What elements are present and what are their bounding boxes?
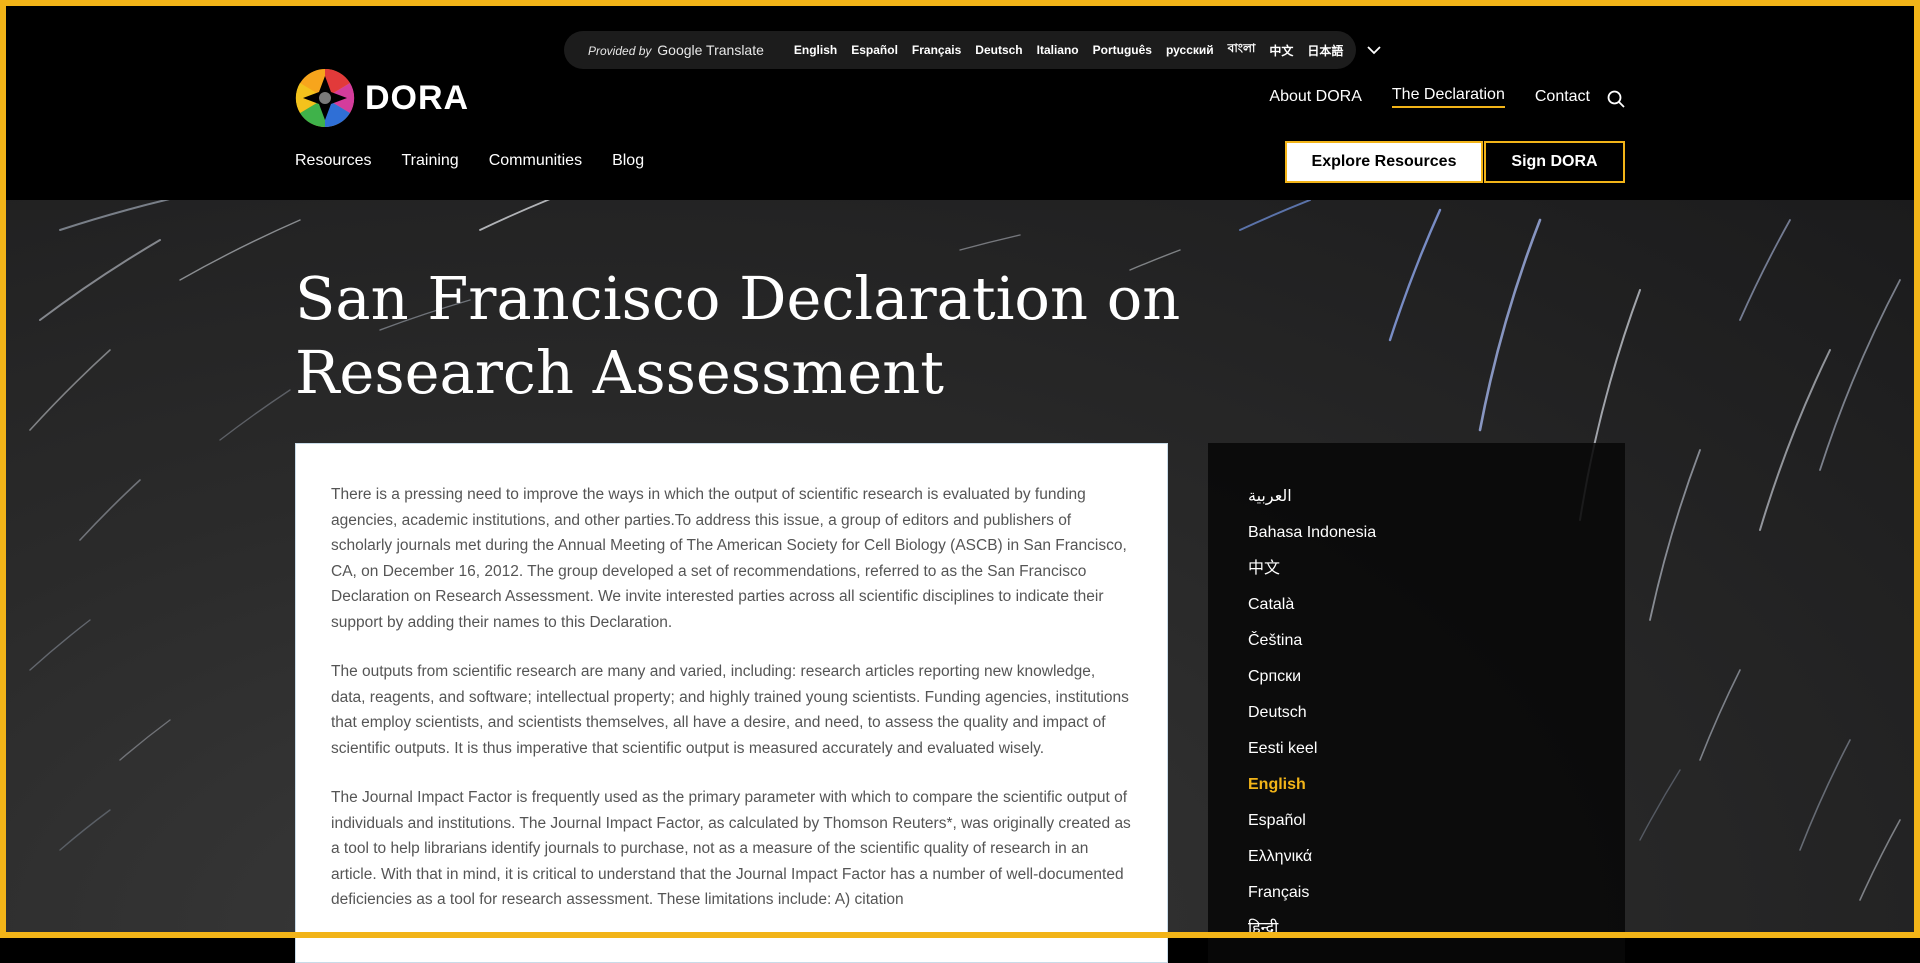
translate-lang-bengali[interactable]: বাংলা xyxy=(1228,40,1256,60)
sign-dora-button[interactable]: Sign DORA xyxy=(1484,141,1625,183)
search-icon[interactable] xyxy=(1607,90,1625,108)
page-title: San Francisco Declaration on Research As… xyxy=(295,264,1181,407)
declaration-paragraph: The Journal Impact Factor is frequently … xyxy=(331,789,1131,908)
explore-resources-button[interactable]: Explore Resources xyxy=(1285,141,1483,183)
chevron-down-icon[interactable] xyxy=(1367,42,1383,58)
dora-logo[interactable]: DORA xyxy=(295,68,469,128)
lang-greek[interactable]: Ελληνικά xyxy=(1248,839,1625,875)
lang-catalan[interactable]: Català xyxy=(1248,587,1625,623)
translate-lang-japanese[interactable]: 日本語 xyxy=(1307,42,1343,59)
nav-about-dora[interactable]: About DORA xyxy=(1269,88,1361,106)
lang-german[interactable]: Deutsch xyxy=(1248,695,1625,731)
declaration-language-list: العربية Bahasa Indonesia 中文 Català Češti… xyxy=(1248,479,1625,947)
lang-bahasa-indonesia[interactable]: Bahasa Indonesia xyxy=(1248,515,1625,551)
lang-chinese[interactable]: 中文 xyxy=(1248,551,1625,587)
declaration-paragraph: There is a pressing need to improve the … xyxy=(331,486,1127,631)
translate-lang-english[interactable]: English xyxy=(794,43,837,57)
nav-the-declaration[interactable]: The Declaration xyxy=(1391,86,1505,108)
dora-logo-icon xyxy=(295,68,355,128)
translate-language-list: English Español Français Deutsch Italian… xyxy=(794,40,1384,60)
translate-lang-francais[interactable]: Français xyxy=(912,43,961,57)
nav-resources[interactable]: Resources xyxy=(295,152,371,170)
translate-lang-portugues[interactable]: Português xyxy=(1093,43,1152,57)
lang-spanish[interactable]: Español xyxy=(1248,803,1625,839)
translate-lang-chinese[interactable]: 中文 xyxy=(1269,42,1293,59)
declaration-content: There is a pressing need to improve the … xyxy=(295,443,1168,963)
translate-lang-russian[interactable]: русский xyxy=(1166,43,1214,57)
translate-lang-deutsch[interactable]: Deutsch xyxy=(975,43,1022,57)
lang-serbian[interactable]: Српски xyxy=(1248,659,1625,695)
google-translate-bar: Provided by Google Translate English Esp… xyxy=(564,31,1382,69)
nav-communities[interactable]: Communities xyxy=(489,152,582,170)
translate-lang-italiano[interactable]: Italiano xyxy=(1037,43,1079,57)
logo-wordmark: DORA xyxy=(365,78,470,117)
main-navigation: Resources Training Communities Blog xyxy=(295,152,644,170)
lang-french[interactable]: Français xyxy=(1248,875,1625,911)
provided-by-label: Provided by Google Translate xyxy=(588,42,764,58)
top-navigation: About DORA The Declaration Contact xyxy=(1269,86,1590,108)
declaration-language-panel: العربية Bahasa Indonesia 中文 Català Češti… xyxy=(1208,443,1625,963)
nav-blog[interactable]: Blog xyxy=(612,152,644,170)
translate-lang-espanol[interactable]: Español xyxy=(851,43,898,57)
site-header: Provided by Google Translate English Esp… xyxy=(0,0,1920,200)
lang-english-current[interactable]: English xyxy=(1248,767,1625,803)
lang-hindi[interactable]: हिन्दी xyxy=(1248,911,1625,947)
lang-estonian[interactable]: Eesti keel xyxy=(1248,731,1625,767)
nav-training[interactable]: Training xyxy=(401,152,458,170)
declaration-paragraph: The outputs from scientific research are… xyxy=(331,663,1129,757)
nav-contact[interactable]: Contact xyxy=(1535,88,1590,106)
lang-arabic[interactable]: العربية xyxy=(1248,479,1625,515)
lang-czech[interactable]: Čeština xyxy=(1248,623,1625,659)
